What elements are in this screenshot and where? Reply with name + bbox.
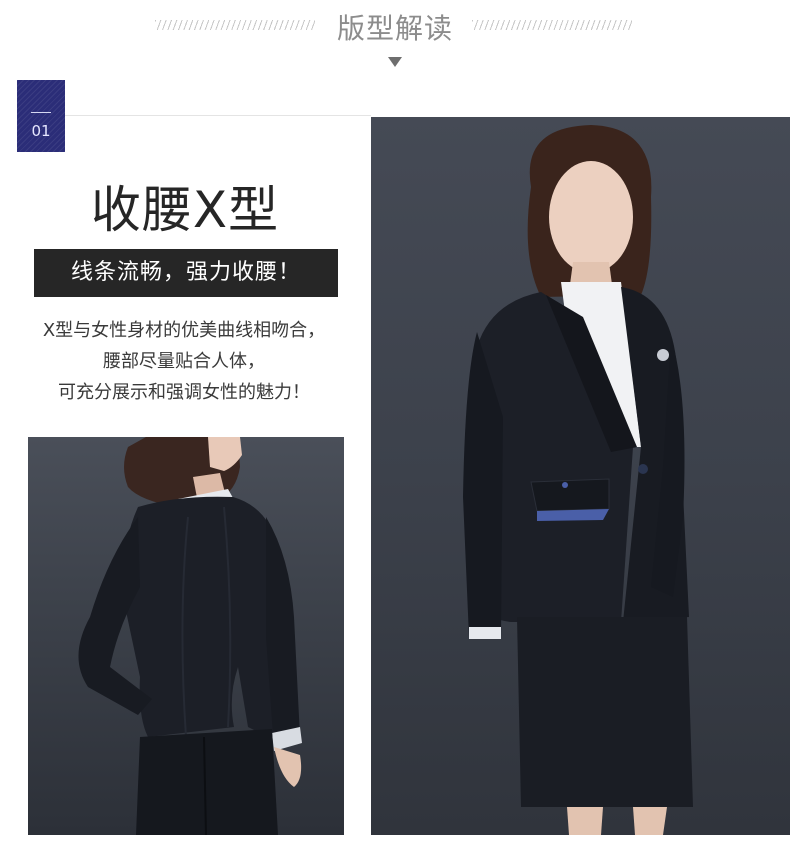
product-detail-page: 版型解读 01 收腰X型 线条流畅，强力收腰！ X型与女性身材的优美曲线相吻合，… xyxy=(0,0,790,852)
front-view-photo xyxy=(371,117,790,835)
tagline-banner: 线条流畅，强力收腰！ xyxy=(34,249,338,297)
description: X型与女性身材的优美曲线相吻合， 腰部尽量贴合人体， 可充分展示和强调女性的魅力… xyxy=(14,315,354,408)
section-header: 版型解读 xyxy=(0,0,790,80)
headline: 收腰X型 xyxy=(90,181,280,239)
badge-stripe-pattern xyxy=(17,80,65,152)
section-number: 01 xyxy=(31,122,51,140)
back-view-illustration xyxy=(78,437,302,835)
back-view-photo xyxy=(28,437,344,835)
down-arrow-icon xyxy=(388,57,402,67)
description-line: 可充分展示和强调女性的魅力！ xyxy=(58,382,310,403)
header-right-decoration xyxy=(472,20,632,30)
description-line: 腰部尽量贴合人体， xyxy=(103,351,265,372)
content-top-divider xyxy=(65,115,371,116)
front-view-illustration xyxy=(463,125,693,835)
section-number-badge: 01 xyxy=(17,80,65,152)
header-title: 版型解读 xyxy=(336,12,453,45)
description-line: X型与女性身材的优美曲线相吻合， xyxy=(42,320,326,341)
badge-divider xyxy=(31,112,51,113)
